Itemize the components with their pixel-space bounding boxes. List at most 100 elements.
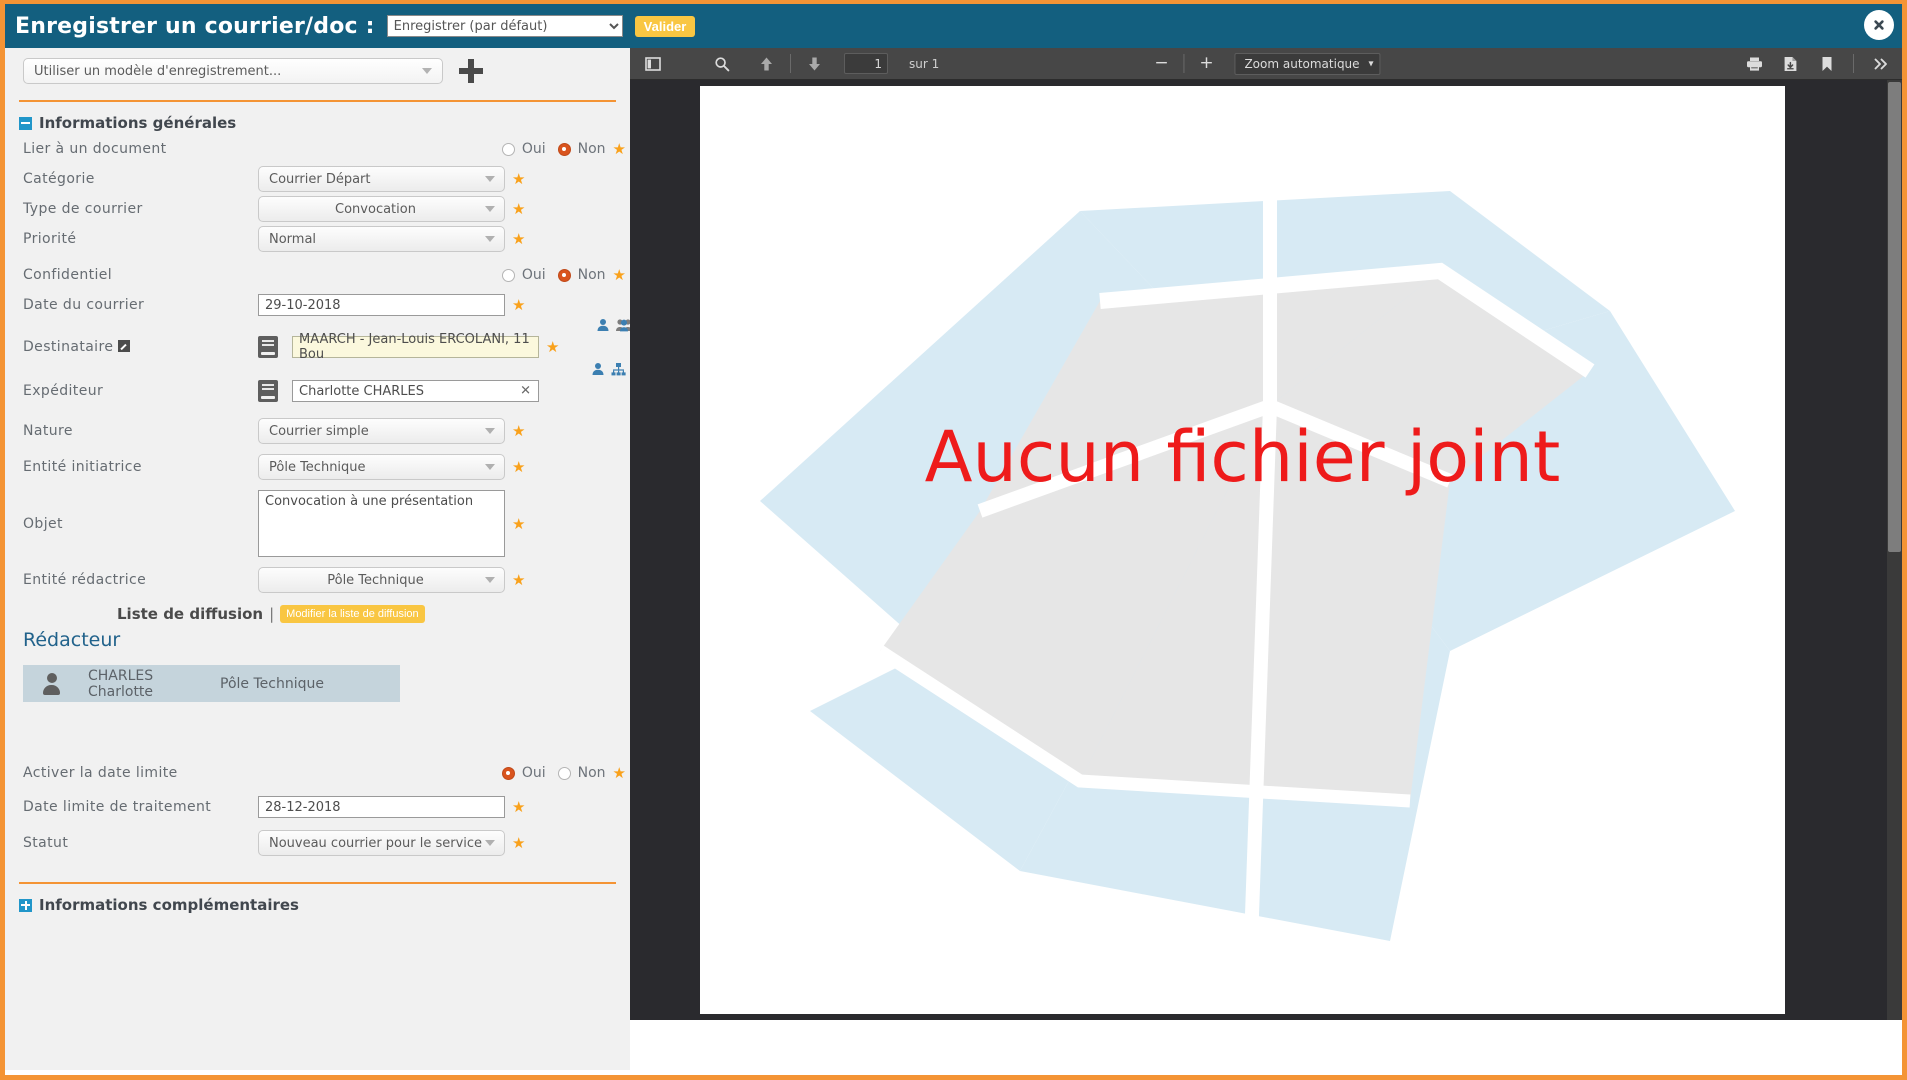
group-icon[interactable] [616, 318, 630, 332]
nature-select[interactable]: Courrier simple [258, 418, 505, 444]
toolbar-divider [1853, 54, 1854, 73]
section-complementary-label: Informations complémentaires [39, 896, 299, 914]
validate-button[interactable]: Valider [634, 15, 696, 37]
zoom-level-select[interactable]: Zoom automatique ▾ [1234, 52, 1381, 75]
sidebar-toggle-icon[interactable] [643, 54, 662, 73]
label-recipient: Destinataire [23, 339, 258, 355]
registration-form-panel: Utiliser un modèle d'enregistrement... I… [5, 48, 630, 1070]
required-star-icon: ★ [612, 764, 626, 782]
priority-select[interactable]: Normal [258, 226, 505, 252]
section-complementary-header[interactable]: Informations complémentaires [19, 896, 630, 914]
required-star-icon: ★ [512, 834, 526, 852]
pdf-toolbar-right [1745, 54, 1890, 73]
chevron-double-right-icon[interactable] [1871, 54, 1890, 73]
diffusion-header: Liste de diffusion | Modifier la liste d… [5, 605, 630, 623]
page-number-input[interactable]: 1 [844, 53, 888, 74]
chevron-down-icon [485, 840, 495, 846]
chevron-down-icon [485, 206, 495, 212]
contact-book-icon[interactable] [258, 336, 278, 358]
label-priority: Priorité [23, 231, 77, 247]
label-category: Catégorie [23, 171, 95, 187]
label-confidential: Confidentiel [23, 267, 113, 283]
label-link-document: Lier à un document [23, 141, 167, 157]
recipient-input[interactable]: MAARCH - Jean-Louis ERCOLANI, 11 Bou [292, 332, 539, 362]
required-star-icon: ★ [512, 571, 526, 589]
row-status: Statut Nouveau courrier pour le service … [5, 828, 630, 858]
zoom-out-icon[interactable]: − [1151, 54, 1171, 74]
radio-deadline-no[interactable] [557, 766, 571, 780]
clear-x-icon[interactable]: ✕ [520, 384, 531, 399]
template-select[interactable]: Utiliser un modèle d'enregistrement... [23, 58, 443, 84]
radio-group-deadline: Oui Non [501, 765, 606, 781]
zoom-in-icon[interactable]: + [1196, 54, 1216, 74]
print-icon[interactable] [1745, 54, 1764, 73]
chevron-down-icon [485, 428, 495, 434]
plus-icon[interactable] [459, 59, 483, 83]
object-textarea[interactable] [258, 490, 505, 557]
section-general-header[interactable]: Informations générales [19, 114, 630, 132]
deadline-date-value: 28-12-2018 [265, 799, 341, 815]
radio-label-yes: Oui [521, 765, 546, 781]
initiating-entity-value: Pôle Technique [269, 459, 366, 475]
application-window: Enregistrer un courrier/doc : Enregistre… [0, 0, 1907, 1080]
redacteur-list-item[interactable]: CHARLES Charlotte Pôle Technique [23, 665, 400, 702]
chevron-down-icon [485, 577, 495, 583]
sender-input[interactable]: Charlotte CHARLES ✕ [292, 380, 539, 402]
writing-entity-value: Pôle Technique [327, 572, 424, 588]
radio-deadline-yes[interactable] [501, 766, 515, 780]
chevron-down-icon [485, 176, 495, 182]
person-icon[interactable] [596, 318, 610, 332]
action-select[interactable]: Enregistrer (par défaut) [386, 15, 623, 37]
sender-value: Charlotte CHARLES [299, 383, 425, 399]
search-icon[interactable] [712, 54, 731, 73]
viewer-scrollbar-track[interactable] [1887, 80, 1902, 1020]
required-star-icon: ★ [512, 296, 526, 314]
writing-entity-select[interactable]: Pôle Technique [258, 567, 505, 593]
organization-icon[interactable] [611, 362, 626, 376]
arrow-up-icon[interactable] [757, 54, 776, 73]
person-icon[interactable] [591, 362, 605, 376]
redacteur-entity: Pôle Technique [220, 675, 324, 692]
redacteur-section-title: Rédacteur [23, 629, 121, 651]
recipient-value: MAARCH - Jean-Louis ERCOLANI, 11 Bou [299, 332, 530, 362]
chevron-down-icon [485, 236, 495, 242]
arrow-down-icon[interactable] [805, 54, 824, 73]
pdf-toolbar-left: 1 sur 1 [630, 53, 939, 74]
radio-label-no: Non [577, 141, 606, 157]
status-select[interactable]: Nouveau courrier pour le service [258, 830, 505, 856]
required-star-icon: ★ [546, 338, 560, 356]
diffusion-title: Liste de diffusion [117, 605, 264, 623]
radio-confidential-no[interactable] [557, 268, 571, 282]
label-nature: Nature [23, 423, 73, 439]
radio-confidential-yes[interactable] [501, 268, 515, 282]
row-recipient: Destinataire MAARCH - Jean-Louis ERCOLAN… [5, 319, 630, 362]
divider-top [19, 100, 616, 102]
bookmark-icon[interactable] [1817, 54, 1836, 73]
radio-link-document-yes[interactable] [501, 142, 515, 156]
contact-book-icon[interactable] [258, 380, 278, 402]
row-category: Catégorie Courrier Départ ★ [5, 164, 630, 194]
mail-type-value: Convocation [335, 201, 416, 217]
row-object: Objet ★ [5, 490, 630, 557]
mail-date-input[interactable]: 29-10-2018 [258, 294, 505, 316]
radio-link-document-no[interactable] [557, 142, 571, 156]
radio-group-link-document: Oui Non [501, 141, 606, 157]
collapse-minus-icon [19, 116, 32, 130]
initiating-entity-select[interactable]: Pôle Technique [258, 454, 505, 480]
viewer-scrollbar-thumb[interactable] [1888, 82, 1901, 552]
mail-type-select[interactable]: Convocation [258, 196, 505, 222]
chevron-down-icon [485, 464, 495, 470]
category-select[interactable]: Courrier Départ [258, 166, 505, 192]
close-icon[interactable] [1864, 10, 1894, 40]
required-star-icon: ★ [612, 266, 626, 284]
deadline-date-input[interactable]: 28-12-2018 [258, 796, 505, 818]
download-icon[interactable] [1781, 54, 1800, 73]
edit-diffusion-button[interactable]: Modifier la liste de diffusion [280, 605, 425, 623]
template-row: Utiliser un modèle d'enregistrement... [5, 48, 630, 84]
row-confidential: Confidentiel Oui Non ★ [5, 260, 630, 290]
status-value: Nouveau courrier pour le service [268, 835, 483, 851]
edit-icon[interactable] [118, 340, 131, 352]
no-file-message: Aucun fichier joint [924, 416, 1561, 498]
required-star-icon: ★ [512, 230, 526, 248]
template-select-value: Utiliser un modèle d'enregistrement... [34, 63, 282, 79]
